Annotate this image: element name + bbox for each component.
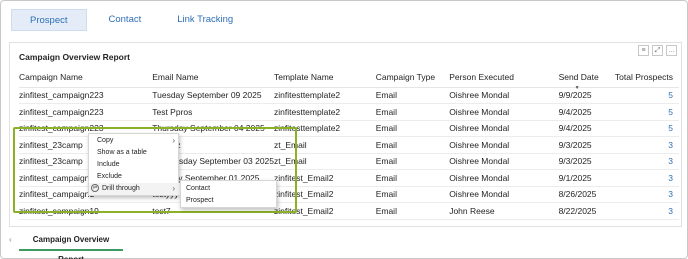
table-cell[interactable]: 5 [609, 120, 679, 137]
tab-contact[interactable]: Contact [95, 9, 156, 31]
tab-prospect[interactable]: Prospect [11, 9, 87, 31]
table-cell: 9/4/2025 [558, 103, 610, 121]
table-cell: zt_Email [274, 136, 376, 154]
table-cell: zinfitesttemplate2 [274, 120, 376, 137]
more-options-icon[interactable]: … [666, 45, 677, 56]
column-header[interactable]: Total Prospects [609, 68, 679, 88]
table-row[interactable]: zinfitest_campaign223 Tuesday September 0… [19, 87, 679, 104]
table-cell: Email [375, 186, 450, 203]
table-cell: Oishree Mondal [449, 87, 559, 104]
table-cell: 9/3/2025 [558, 153, 610, 170]
sort-descending-icon: ▼ [574, 85, 580, 91]
report-title: Campaign Overview Report [19, 52, 131, 62]
table-cell: John Reese [449, 202, 559, 220]
table-cell: 9/4/2025 [558, 120, 610, 137]
table-cell: zinfitest_campaign223 [19, 87, 153, 104]
table-cell: Email [375, 153, 450, 170]
table-cell: zinfitesttemplate2 [274, 103, 376, 121]
table-cell: zt_Email [274, 153, 376, 170]
table-cell: Email [375, 202, 450, 220]
menu-item-copy[interactable]: Copy › [89, 135, 180, 147]
submenu-item-prospect[interactable]: Prospect [181, 195, 278, 207]
table-cell: 8/22/2025 [558, 202, 610, 220]
visual-header: ≡ ⤢ … [638, 45, 677, 56]
table-cell: Oishree Mondal [449, 153, 559, 170]
menu-item-exclude[interactable]: Exclude [89, 171, 180, 183]
column-header[interactable]: Email Name [152, 68, 274, 88]
table-cell: Oishree Mondal [449, 103, 559, 121]
table-cell[interactable]: 5 [609, 103, 679, 121]
table-cell: Test Ppros [152, 103, 274, 121]
menu-item-drill-through[interactable]: ⇄ Drill through › [89, 183, 180, 195]
column-header[interactable]: Person Executed [449, 68, 559, 88]
chevron-left-icon[interactable]: ‹ [9, 235, 12, 244]
column-header[interactable]: Campaign Name [19, 68, 153, 88]
submenu-item-contact[interactable]: Contact [181, 183, 278, 195]
page-tab-campaign-overview[interactable]: Campaign Overview Report [19, 230, 123, 259]
table-cell: Email [375, 87, 450, 104]
active-tab-indicator [19, 249, 123, 251]
table-cell: 9/3/2025 [558, 136, 610, 154]
drill-through-icon: ⇄ [91, 184, 99, 193]
context-menu: Copy › Show as a table Include Exclude ⇄ D… [88, 133, 180, 196]
table-cell[interactable]: 3 [609, 136, 679, 154]
table-cell: 8/26/2025 [558, 186, 610, 203]
chevron-right-icon: › [172, 184, 175, 193]
column-header[interactable]: Send Date ▼ [558, 68, 610, 91]
table-cell: zinfitest_campaign19 [19, 202, 153, 220]
table-cell: Email [375, 136, 450, 154]
column-header[interactable]: Template Name [274, 68, 376, 88]
tab-link-tracking[interactable]: Link Tracking [163, 9, 247, 31]
table-cell: zinfitest_campaign223 [19, 103, 153, 121]
focus-mode-icon[interactable]: ⤢ [652, 45, 663, 56]
chevron-right-icon: › [172, 136, 175, 145]
menu-item-show-as-table[interactable]: Show as a table [89, 147, 180, 159]
table-cell[interactable]: 3 [609, 169, 679, 187]
table-row[interactable]: zinfitest_campaign223 Test Ppros zinfitest… [19, 103, 679, 121]
table-cell: Email [375, 103, 450, 121]
table-row[interactable]: zinfitest_campaign19 test7 zinfitest_Email… [19, 202, 679, 220]
table-cell[interactable]: 3 [609, 186, 679, 203]
table-header-row: Campaign Name Email Name Template Name C… [19, 68, 679, 91]
table-cell: 9/9/2025 [558, 87, 610, 104]
table-cell: zinfitest_Email2 [274, 169, 376, 187]
filter-icon[interactable]: ≡ [638, 45, 649, 56]
table-cell[interactable]: 5 [609, 87, 679, 104]
table-cell[interactable]: 3 [609, 202, 679, 220]
menu-item-include[interactable]: Include [89, 159, 180, 171]
table-cell: zinfitesttemplate2 [274, 87, 376, 104]
table-cell: Oishree Mondal [449, 120, 559, 137]
table-cell: Oishree Mondal [449, 169, 559, 187]
page-tab-bar: ‹ Campaign Overview Report [1, 230, 688, 259]
table-cell: zinfitest_Email2 [274, 186, 376, 203]
table-cell: Tuesday September 09 2025 [152, 87, 274, 104]
report-window: Prospect Contact Link Tracking ≡ ⤢ … Cam… [0, 0, 688, 259]
table-cell: Oishree Mondal [449, 136, 559, 154]
top-tab-bar: Prospect Contact Link Tracking [11, 9, 255, 33]
table-cell: Oishree Mondal [449, 186, 559, 203]
table-cell: zinfitest_Email2 [274, 202, 376, 220]
drill-through-submenu: Contact Prospect [180, 180, 277, 208]
table-cell: 9/1/2025 [558, 169, 610, 187]
table-cell[interactable]: 3 [609, 153, 679, 170]
table-cell: Email [375, 169, 450, 187]
table-cell: Email [375, 120, 450, 137]
column-header[interactable]: Campaign Type [375, 68, 450, 88]
